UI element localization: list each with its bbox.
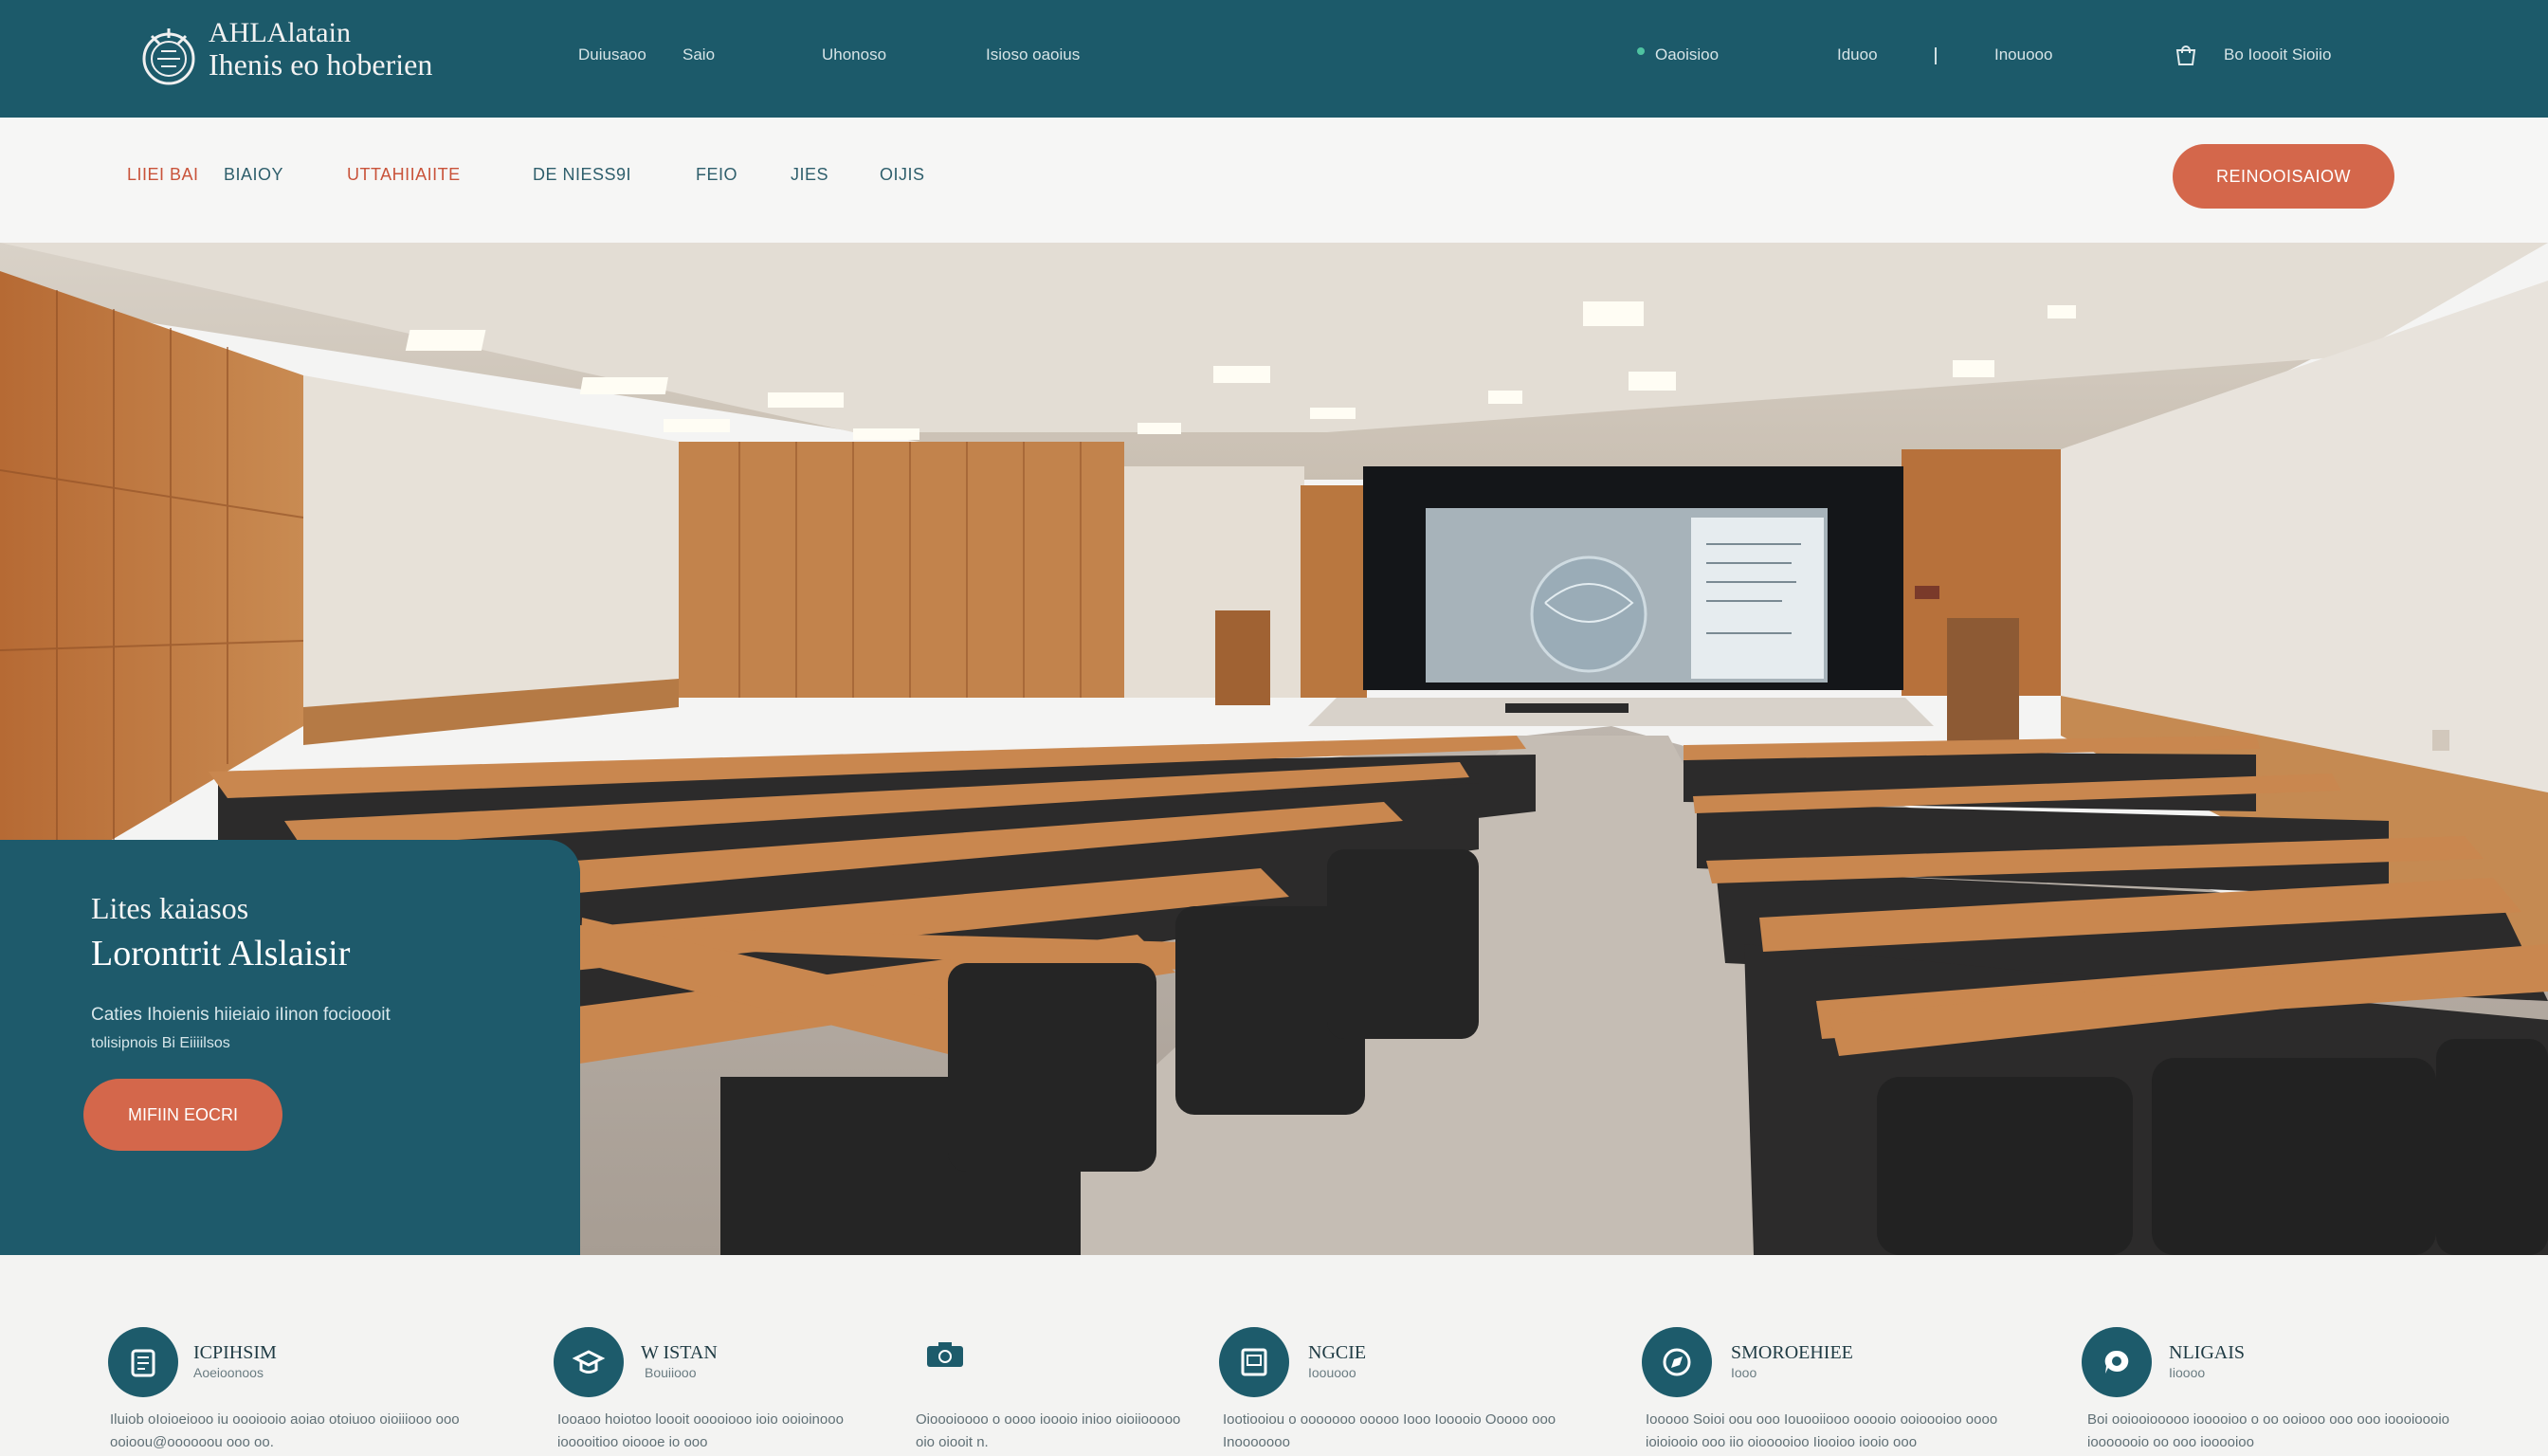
nav-item-4[interactable]: DE NIESS9I (533, 165, 631, 185)
nav-item-3[interactable]: UTTAHIIAIITE (347, 165, 461, 185)
hero-title: Lorontrit Alslaisir (91, 934, 351, 974)
feature-title-2[interactable]: W ISTAN (641, 1342, 718, 1364)
feature-text-5-line-1: Iooooo Soioi oou ooo Iouooiiooo ooooio o… (1646, 1411, 1998, 1428)
nav-item-5[interactable]: FEIO (696, 165, 737, 185)
feature-text-4-line-1: Iootiooiou o ooooooo ooooo Iooo Iooooio … (1223, 1411, 1556, 1428)
hero-description-line-2: tolisipnois Bi Eiiiilsos (91, 1035, 230, 1051)
chat-bubble-icon[interactable] (2082, 1327, 2152, 1397)
feature-title-6[interactable]: NLIGAIS (2169, 1342, 2245, 1364)
logo-title[interactable]: AHLAlatain (209, 17, 351, 49)
contact-link[interactable]: Inouooo (1994, 46, 2052, 64)
feature-text-1: Iluiob oIoioeiooo iu oooiooio aoiao otoi… (110, 1409, 489, 1454)
compass-icon[interactable] (1642, 1327, 1712, 1397)
top-bar: AHLAlatain Ihenis eo hoberien Duiusaoo S… (0, 0, 2548, 118)
graduation-cap-icon[interactable] (554, 1327, 624, 1397)
feature-subtitle-1: Aoeioonoos (193, 1365, 264, 1380)
hero-description: Caties Ihoienis hiieiaio iIinon focioooi… (91, 1001, 508, 1058)
shopping-bag-icon[interactable] (2175, 46, 2197, 66)
feature-text-4: Iootiooiou o ooooooo ooooo Iooo Iooooio … (1223, 1409, 1602, 1454)
feature-text-1-line-2: ooioou@oooooou ooo oo. (110, 1434, 274, 1450)
document-icon[interactable] (1219, 1327, 1289, 1397)
feature-text-6-line-2: iooooooio oo ooo iooooioo (2087, 1434, 2254, 1450)
feature-text-2-line-1: Iooaoo hoiotoo loooit ooooiooo ioio ooio… (557, 1411, 844, 1428)
university-seal-icon[interactable] (138, 23, 199, 91)
utility-link-2[interactable]: Saio (682, 46, 715, 64)
feature-subtitle-6: Iioooo (2169, 1365, 2206, 1380)
utility-link-3[interactable]: Uhonoso (822, 46, 886, 64)
book-icon[interactable] (108, 1327, 178, 1397)
feature-text-6-line-1: Boi ooiooiooooo iooooioo o oo ooiooo ooo… (2087, 1411, 2450, 1428)
nav-item-7[interactable]: OIJIS (880, 165, 925, 185)
feature-title-4[interactable]: NGCIE (1308, 1342, 1366, 1364)
feature-subtitle-4: Ioouooo (1308, 1365, 1356, 1380)
feature-text-6: Boi ooiooiooooo iooooioo o oo ooiooo ooo… (2087, 1409, 2466, 1454)
feature-text-4-line-2: Inooooooo (1223, 1434, 1290, 1450)
hero-button[interactable]: MIFIIN EOCRI (83, 1079, 282, 1151)
feature-title-5[interactable]: SMOROEHIEE (1731, 1342, 1853, 1364)
feature-title-1[interactable]: ICPIHSIM (193, 1342, 277, 1364)
logo-subtitle[interactable]: Ihenis eo hoberien (209, 47, 432, 82)
account-link[interactable]: Iduoo (1837, 46, 1878, 64)
utility-link-4[interactable]: Isioso oaoius (986, 46, 1080, 64)
feature-text-5-line-2: ioioiooio ooo iio oiooooioo Iiooioo iooi… (1646, 1434, 1918, 1450)
nav-item-6[interactable]: JIES (791, 165, 828, 185)
feature-text-1-line-1: Iluiob oIoioeiooo iu oooiooio aoiao otoi… (110, 1411, 460, 1428)
cart-link[interactable]: Bo Ioooit Sioiio (2224, 46, 2331, 64)
hero-kicker: Lites kaiasos (91, 891, 249, 925)
feature-subtitle-5: Iooo (1731, 1365, 1757, 1380)
feature-subtitle-2: Bouiiooo (645, 1365, 697, 1380)
feature-text-2: Iooaoo hoiotoo loooit ooooiooo ioio ooio… (557, 1409, 937, 1454)
feature-text-2-line-2: iooooitioo oioooe io ooo (557, 1434, 708, 1450)
nav-item-1[interactable]: LIIEI BAI (127, 165, 199, 185)
camera-icon[interactable] (925, 1340, 965, 1369)
cta-button[interactable]: REINOOISAIOW (2173, 144, 2394, 209)
status-text[interactable]: Oaoisioo (1655, 46, 1719, 64)
feature-text-5: Iooooo Soioi oou ooo Iouooiiooo ooooio o… (1646, 1409, 2025, 1454)
status-dot-icon (1637, 47, 1645, 55)
nav-item-2[interactable]: BIAIOY (224, 165, 283, 185)
divider (1935, 47, 1937, 64)
hero-description-line-1: Caties Ihoienis hiieiaio iIinon focioooi… (91, 1005, 391, 1025)
utility-link-1[interactable]: Duiusaoo (578, 46, 646, 64)
